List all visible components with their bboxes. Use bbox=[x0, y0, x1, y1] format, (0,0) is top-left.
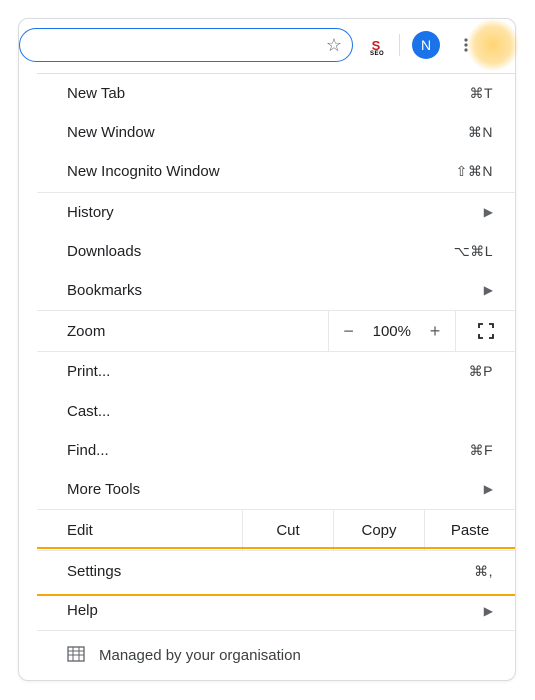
menu-find[interactable]: Find... ⌘F bbox=[37, 431, 515, 470]
menu-zoom: Zoom − 100% + bbox=[37, 310, 515, 352]
menu-history[interactable]: History ▶ bbox=[37, 193, 515, 232]
menu-label: New Tab bbox=[67, 85, 469, 102]
shortcut: ⌘, bbox=[474, 563, 493, 580]
paste-button[interactable]: Paste bbox=[424, 510, 515, 550]
menu-more-tools[interactable]: More Tools ▶ bbox=[37, 470, 515, 509]
menu-new-window[interactable]: New Window ⌘N bbox=[37, 113, 515, 152]
menu-bookmarks[interactable]: Bookmarks ▶ bbox=[37, 271, 515, 310]
menu-label: Print... bbox=[67, 363, 469, 380]
fullscreen-icon bbox=[478, 323, 494, 339]
zoom-label: Zoom bbox=[37, 311, 328, 351]
menu-settings[interactable]: Settings ⌘, bbox=[37, 550, 515, 591]
cut-button[interactable]: Cut bbox=[242, 510, 333, 550]
menu-help[interactable]: Help ▶ bbox=[37, 591, 515, 630]
toolbar-divider bbox=[399, 34, 400, 56]
shortcut: ⌘F bbox=[469, 442, 493, 459]
shortcut: ⌘N bbox=[468, 124, 493, 141]
more-vert-icon bbox=[458, 37, 474, 53]
menu-downloads[interactable]: Downloads ⌥⌘L bbox=[37, 232, 515, 271]
shortcut: ⌥⌘L bbox=[454, 243, 493, 260]
zoom-out-button[interactable]: − bbox=[343, 321, 355, 342]
fullscreen-button[interactable] bbox=[455, 311, 515, 351]
copy-button[interactable]: Copy bbox=[333, 510, 424, 550]
kebab-menu-button[interactable] bbox=[452, 31, 480, 59]
menu-label: Bookmarks bbox=[67, 282, 484, 299]
menu-label: Downloads bbox=[67, 243, 454, 260]
menu-label: More Tools bbox=[67, 481, 484, 498]
menu-cast[interactable]: Cast... bbox=[37, 391, 515, 430]
menu-managed[interactable]: Managed by your organisation bbox=[37, 630, 515, 680]
menu-label: Settings bbox=[67, 563, 474, 580]
bookmark-star-icon[interactable]: ☆ bbox=[326, 36, 342, 54]
zoom-controls: − 100% + bbox=[328, 311, 455, 351]
avatar-letter: N bbox=[421, 37, 431, 53]
chevron-right-icon: ▶ bbox=[484, 482, 493, 496]
menu-label: New Incognito Window bbox=[67, 163, 456, 180]
toolbar: ☆ S SEO N bbox=[19, 19, 515, 71]
menu-label: Help bbox=[67, 602, 484, 619]
menu-print[interactable]: Print... ⌘P bbox=[37, 352, 515, 391]
chrome-menu: New Tab ⌘T New Window ⌘N New Incognito W… bbox=[37, 73, 515, 680]
zoom-value: 100% bbox=[373, 323, 411, 340]
browser-window: ☆ S SEO N New Tab ⌘T New Window ⌘N New bbox=[18, 18, 516, 681]
chevron-right-icon: ▶ bbox=[484, 283, 493, 297]
chevron-right-icon: ▶ bbox=[484, 205, 493, 219]
extension-icon[interactable]: S SEO bbox=[365, 34, 387, 56]
edit-label: Edit bbox=[37, 510, 242, 550]
extension-sublabel: SEO bbox=[370, 51, 384, 57]
menu-label: New Window bbox=[67, 124, 468, 141]
shortcut: ⌘T bbox=[469, 85, 493, 102]
profile-avatar[interactable]: N bbox=[412, 31, 440, 59]
zoom-in-button[interactable]: + bbox=[429, 321, 441, 342]
menu-label: Cast... bbox=[67, 403, 493, 420]
organisation-icon bbox=[67, 645, 85, 667]
menu-label: Find... bbox=[67, 442, 469, 459]
managed-label: Managed by your organisation bbox=[99, 647, 301, 664]
chevron-right-icon: ▶ bbox=[484, 604, 493, 618]
menu-edit: Edit Cut Copy Paste bbox=[37, 509, 515, 550]
menu-new-tab[interactable]: New Tab ⌘T bbox=[37, 74, 515, 113]
menu-label: History bbox=[67, 204, 484, 221]
shortcut: ⌘P bbox=[469, 363, 493, 380]
shortcut: ⇧⌘N bbox=[456, 163, 493, 180]
highlight-settings: Settings ⌘, bbox=[37, 550, 515, 591]
omnibox[interactable]: ☆ bbox=[19, 28, 353, 62]
menu-new-incognito[interactable]: New Incognito Window ⇧⌘N bbox=[37, 152, 515, 191]
